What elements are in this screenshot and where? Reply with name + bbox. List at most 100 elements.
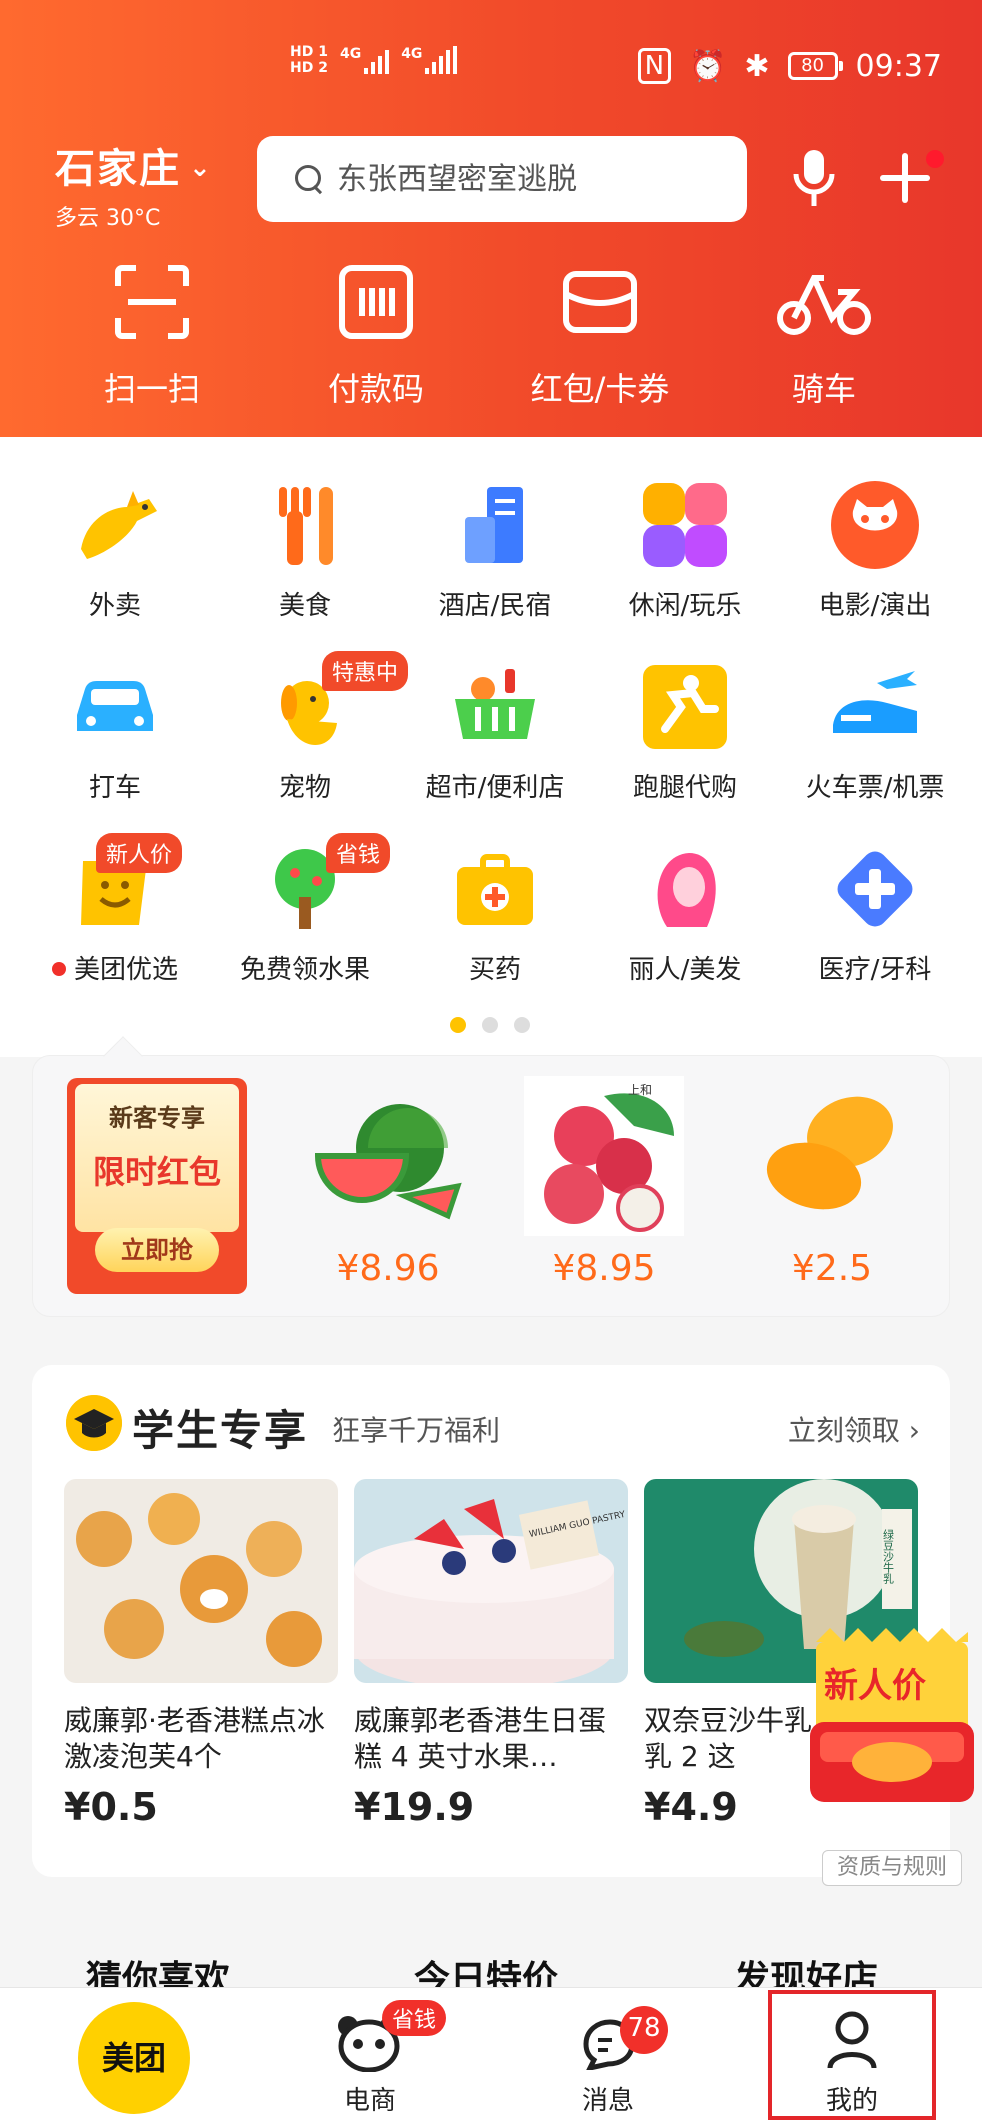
alarm-icon: ⏰ [689,48,727,84]
category-free-fruit[interactable]: 省钱 免费领水果 [210,833,400,1001]
fruit-lychee[interactable]: 上和 ¥8.95 [519,1076,689,1289]
category-label: 丽人/美发 [628,955,742,985]
fruit-price: ¥2.5 [791,1248,873,1289]
product-card[interactable]: 威廉郭·老香港糕点冰激凌泡芙4个 ¥0.5 [64,1479,338,1829]
chevron-right-icon: › [908,1414,920,1447]
nav-home-meituan[interactable]: 美团 [78,2002,190,2114]
product-name: 威廉郭老香港生日蛋糕 4 英寸水果… [354,1704,607,1773]
product-price: ¥19.9 [354,1785,475,1829]
category-grid: 外卖 美食 酒店/民宿 休闲/玩乐 电影/演出 打车 特惠中 宠物 超市/便利店… [20,477,970,1001]
quick-scan[interactable]: 扫一扫 [40,262,264,410]
kangaroo-icon [81,491,157,559]
category-food[interactable]: 美食 [210,477,400,637]
category-beauty[interactable]: 丽人/美发 [590,841,780,1001]
highlight-box [768,1990,936,2120]
status-bar: HD 1 HD 2 4G 4G N ⏰ ✱ 80 09:37 [0,44,982,92]
nav-messages[interactable]: 78 消息 [528,1988,688,2127]
app-screen: HD 1 HD 2 4G 4G N ⏰ ✱ 80 09:37 石家庄 ⌄ 多云 … [0,0,982,2127]
category-medical[interactable]: 医疗/牙科 [780,841,970,1001]
mall-badge: 省钱 [382,2000,447,2036]
qualification-rules-link[interactable]: 资质与规则 [822,1850,962,1886]
beauty-icon [657,853,716,927]
header: HD 1 HD 2 4G 4G N ⏰ ✱ 80 09:37 石家庄 ⌄ 多云 … [0,0,982,437]
lychee-image: 上和 [524,1076,684,1236]
message-count-badge: 78 [620,2006,668,2054]
sim1-label: HD 1 [290,44,328,60]
category-label: 跑腿代购 [632,773,737,803]
signal-bars-icon [425,46,458,74]
search-input[interactable] [337,161,717,197]
battery-icon: 80 [787,52,843,80]
quick-actions: 扫一扫 付款码 红包/卡券 骑车 [0,262,982,410]
category-label: 美团优选 [73,955,178,985]
quick-label: 付款码 [327,370,424,408]
watermelon-image [314,1104,462,1220]
category-pet[interactable]: 特惠中 宠物 [210,651,409,819]
fruit-price: ¥8.96 [336,1248,440,1289]
car-icon [77,681,153,731]
plane-icon [833,671,917,733]
category-waimai[interactable]: 外卖 [20,477,210,637]
category-taxi[interactable]: 打车 [20,659,210,819]
category-section: 外卖 美食 酒店/民宿 休闲/玩乐 电影/演出 打车 特惠中 宠物 超市/便利店… [0,437,982,1057]
search-bar[interactable] [257,136,747,222]
category-hotel[interactable]: 酒店/民宿 [400,477,590,637]
category-supermarket[interactable]: 超市/便利店 [400,659,590,819]
category-label: 宠物 [278,773,331,803]
category-youxuan[interactable]: 新人价 美团优选 [20,833,210,1001]
student-products: 威廉郭·老香港糕点冰激凌泡芙4个 ¥0.5 WILLIAM GUO PASTRY… [64,1479,918,1829]
category-movie[interactable]: 电影/演出 [780,477,970,637]
category-medicine[interactable]: 买药 [400,841,590,1001]
nav-label: 电商 [343,2086,396,2116]
nav-mall[interactable]: 省钱 电商 [290,1988,450,2127]
city-selector[interactable]: 石家庄 ⌄ 多云 30°C [55,136,213,232]
signal-group: HD 1 HD 2 4G 4G [290,44,458,76]
category-errand[interactable]: 跑腿代购 [590,659,780,819]
signal-bars-icon [364,46,390,74]
category-leisure[interactable]: 休闲/玩乐 [590,477,780,637]
fruit-price: ¥8.95 [552,1248,656,1289]
coupon-card[interactable]: 新客专享 限时红包 立即抢 [67,1078,247,1294]
category-label: 买药 [468,955,521,985]
signal-2: 4G [401,46,458,74]
sim-labels: HD 1 HD 2 [290,44,328,76]
new-price-float[interactable]: 新人价 [810,1622,974,1808]
city-name: 石家庄 [55,146,181,192]
add-button[interactable] [880,150,944,206]
gift-box-icon [810,1628,974,1802]
quick-label: 扫一扫 [103,370,200,408]
feed-tabs: 猜你喜欢 今日特价 发现好店 [0,1910,982,2000]
nav-label: 消息 [581,2086,634,2116]
mango-image [766,1096,893,1210]
badge-new-price: 新人价 [96,833,183,873]
net2-label: 4G [401,46,423,62]
drink-card-text: 绿豆沙牛乳 [882,1528,895,1584]
notification-dot [926,150,944,168]
quick-bike[interactable]: 骑车 [712,262,936,410]
microphone-icon[interactable] [792,148,836,208]
coupon-title: 新客专享 [109,1104,205,1132]
new-price-label: 新人价 [824,1666,926,1706]
grab-coupon-button[interactable]: 立即抢 [95,1228,219,1272]
quick-wallet[interactable]: 红包/卡券 [488,262,712,410]
page-dot [514,1017,530,1033]
nfc-icon: N [637,48,672,84]
quick-label: 红包/卡券 [530,370,670,408]
fruit-mango[interactable]: ¥2.5 [747,1076,917,1289]
category-tickets[interactable]: 火车票/机票 [780,659,970,819]
product-card[interactable]: WILLIAM GUO PASTRY 威廉郭 威廉郭老香港生日蛋糕 4 英寸水果… [354,1479,655,1829]
claim-now-link[interactable]: 立刻领取 › [788,1409,920,1449]
bluetooth-icon: ✱ [744,48,770,84]
cat-icon [831,481,919,569]
fruit-watermelon[interactable]: ¥8.96 [303,1076,473,1289]
sim2-label: HD 2 [290,60,328,76]
product-name: 威廉郭·老香港糕点冰激凌泡芙4个 [64,1704,325,1773]
page-indicator [450,1017,530,1033]
category-label: 免费领水果 [239,955,370,985]
clock: 09:37 [855,48,942,84]
weather-text: 多云 30°C [55,206,161,231]
net1-label: 4G [339,46,362,62]
bike-icon [777,275,871,335]
quick-pay-code[interactable]: 付款码 [264,262,488,410]
signal-1: 4G [339,46,390,74]
